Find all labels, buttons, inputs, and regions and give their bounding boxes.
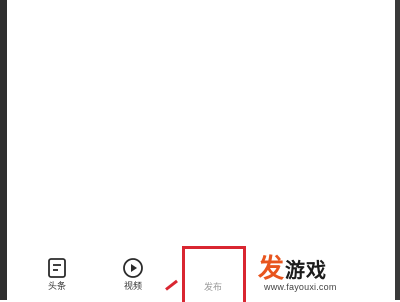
- tab-video[interactable]: 视频: [105, 256, 161, 296]
- tab-headline[interactable]: 头条: [29, 256, 85, 296]
- watermark: 发游戏 www.fayouxi.com: [258, 252, 398, 296]
- play-circle-icon: [123, 258, 143, 278]
- watermark-logo-rest: 游戏: [285, 258, 328, 282]
- window-left-edge: [0, 0, 7, 300]
- tab-headline-label: 头条: [47, 281, 66, 291]
- watermark-logo-char: 发: [258, 254, 286, 284]
- watermark-url: www.fayouxi.com: [264, 282, 337, 292]
- tab-video-label: 视频: [123, 281, 142, 291]
- tab-publish-label: 发布: [203, 282, 222, 292]
- tab-publish[interactable]: 发布: [185, 256, 241, 296]
- watermark-logo: 发游戏: [258, 254, 327, 285]
- news-icon: [48, 258, 66, 278]
- content-area: [7, 0, 395, 250]
